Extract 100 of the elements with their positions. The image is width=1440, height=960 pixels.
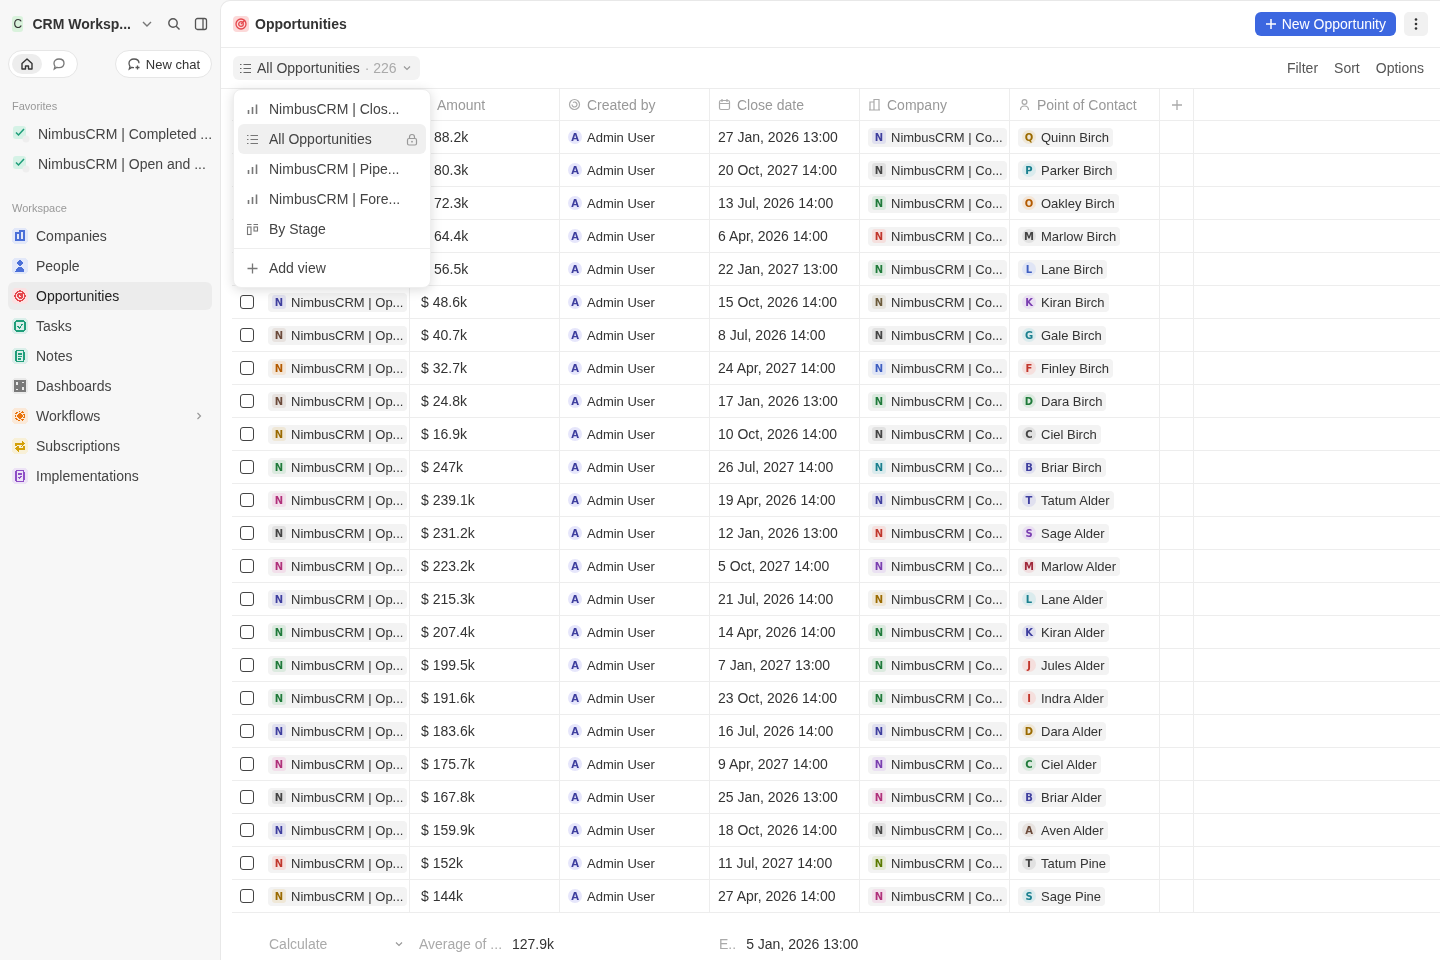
view-menu-item[interactable]: All Opportunities [238, 124, 426, 154]
user-chip[interactable]: A Admin User [568, 525, 655, 541]
home-tab[interactable] [12, 54, 42, 74]
new-chat-button[interactable]: New chat [114, 50, 212, 78]
user-chip[interactable]: A Admin User [568, 492, 655, 508]
opportunity-chip[interactable]: N NimbusCRM | Op... [268, 523, 408, 543]
row-checkbox[interactable] [240, 889, 254, 903]
opportunity-chip[interactable]: N NimbusCRM | Op... [268, 424, 408, 444]
row-checkbox[interactable] [240, 625, 254, 639]
sidebar-item[interactable]: Opportunities [8, 282, 212, 310]
row-checkbox[interactable] [240, 526, 254, 540]
contact-chip[interactable]: D Dara Alder [1018, 721, 1107, 741]
user-chip[interactable]: A Admin User [568, 789, 655, 805]
opportunity-chip[interactable]: N NimbusCRM | Op... [268, 688, 408, 708]
user-chip[interactable]: A Admin User [568, 723, 655, 739]
company-chip[interactable]: N NimbusCRM | Co... [868, 556, 1007, 576]
opportunity-chip[interactable]: N NimbusCRM | Op... [268, 490, 408, 510]
company-chip[interactable]: N NimbusCRM | Co... [868, 754, 1007, 774]
opportunity-chip[interactable]: N NimbusCRM | Op... [268, 853, 408, 873]
row-checkbox[interactable] [240, 361, 254, 375]
user-chip[interactable]: A Admin User [568, 360, 655, 376]
contact-chip[interactable]: T Tatum Alder [1018, 490, 1114, 510]
opportunity-chip[interactable]: N NimbusCRM | Op... [268, 754, 408, 774]
company-chip[interactable]: N NimbusCRM | Co... [868, 325, 1007, 345]
row-checkbox[interactable] [240, 559, 254, 573]
contact-chip[interactable]: A Aven Alder [1018, 820, 1108, 840]
company-chip[interactable]: N NimbusCRM | Co... [868, 853, 1007, 873]
contact-chip[interactable]: K Kiran Alder [1018, 622, 1109, 642]
user-chip[interactable]: A Admin User [568, 624, 655, 640]
workspace-name[interactable]: CRM Worksp... [32, 16, 131, 32]
row-checkbox[interactable] [240, 724, 254, 738]
company-chip[interactable]: N NimbusCRM | Co... [868, 127, 1007, 147]
user-chip[interactable]: A Admin User [568, 327, 655, 343]
opportunity-chip[interactable]: N NimbusCRM | Op... [268, 391, 408, 411]
company-chip[interactable]: N NimbusCRM | Co... [868, 886, 1007, 906]
opportunity-chip[interactable]: N NimbusCRM | Op... [268, 556, 408, 576]
company-chip[interactable]: N NimbusCRM | Co... [868, 820, 1007, 840]
view-action-button[interactable]: Sort [1326, 56, 1368, 80]
contact-chip[interactable]: T Tatum Pine [1018, 853, 1111, 873]
user-chip[interactable]: A Admin User [568, 591, 655, 607]
opportunity-chip[interactable]: N NimbusCRM | Op... [268, 886, 408, 906]
sidebar-toggle-icon[interactable] [194, 17, 208, 31]
opportunity-chip[interactable]: N NimbusCRM | Op... [268, 787, 408, 807]
opportunity-chip[interactable]: N NimbusCRM | Op... [268, 721, 408, 741]
contact-chip[interactable]: D Dara Birch [1018, 391, 1107, 411]
sidebar-item[interactable]: Dashboards [8, 372, 212, 400]
company-chip[interactable]: N NimbusCRM | Co... [868, 490, 1007, 510]
company-chip[interactable]: N NimbusCRM | Co... [868, 193, 1007, 213]
sidebar-item[interactable]: Tasks [8, 312, 212, 340]
user-chip[interactable]: A Admin User [568, 657, 655, 673]
contact-chip[interactable]: M Marlow Birch [1018, 226, 1121, 246]
user-chip[interactable]: A Admin User [568, 393, 655, 409]
opportunity-chip[interactable]: N NimbusCRM | Op... [268, 622, 408, 642]
contact-chip[interactable]: S Sage Pine [1018, 886, 1105, 906]
user-chip[interactable]: A Admin User [568, 690, 655, 706]
contact-chip[interactable]: B Briar Alder [1018, 787, 1106, 807]
user-chip[interactable]: A Admin User [568, 261, 655, 277]
company-chip[interactable]: N NimbusCRM | Co... [868, 523, 1007, 543]
company-chip[interactable]: N NimbusCRM | Co... [868, 424, 1007, 444]
row-checkbox[interactable] [240, 658, 254, 672]
row-checkbox[interactable] [240, 295, 254, 309]
user-chip[interactable]: A Admin User [568, 888, 655, 904]
company-chip[interactable]: N NimbusCRM | Co... [868, 589, 1007, 609]
contact-chip[interactable]: L Lane Birch [1018, 259, 1108, 279]
user-chip[interactable]: A Admin User [568, 855, 655, 871]
contact-chip[interactable]: G Gale Birch [1018, 325, 1106, 345]
opportunity-chip[interactable]: N NimbusCRM | Op... [268, 820, 408, 840]
favorite-item[interactable]: NimbusCRM | Open and ... [8, 150, 212, 178]
row-checkbox[interactable] [240, 823, 254, 837]
opportunity-chip[interactable]: N NimbusCRM | Op... [268, 589, 408, 609]
contact-chip[interactable]: C Ciel Birch [1018, 424, 1101, 444]
sidebar-item[interactable]: Workflows [8, 402, 212, 430]
opportunity-chip[interactable]: N NimbusCRM | Op... [268, 457, 408, 477]
more-button[interactable] [1404, 12, 1428, 36]
sidebar-item[interactable]: Companies [8, 222, 212, 250]
row-checkbox[interactable] [240, 427, 254, 441]
user-chip[interactable]: A Admin User [568, 195, 655, 211]
view-action-button[interactable]: Filter [1278, 56, 1327, 80]
user-chip[interactable]: A Admin User [568, 162, 655, 178]
company-chip[interactable]: N NimbusCRM | Co... [868, 358, 1007, 378]
contact-chip[interactable]: B Briar Birch [1018, 457, 1106, 477]
contact-chip[interactable]: O Oakley Birch [1018, 193, 1119, 213]
sidebar-item[interactable]: People [8, 252, 212, 280]
company-chip[interactable]: N NimbusCRM | Co... [868, 688, 1007, 708]
company-chip[interactable]: N NimbusCRM | Co... [868, 721, 1007, 741]
company-chip[interactable]: N NimbusCRM | Co... [868, 160, 1007, 180]
row-checkbox[interactable] [240, 790, 254, 804]
contact-chip[interactable]: P Parker Birch [1018, 160, 1117, 180]
company-chip[interactable]: N NimbusCRM | Co... [868, 226, 1007, 246]
row-checkbox[interactable] [240, 394, 254, 408]
sidebar-item[interactable]: Notes [8, 342, 212, 370]
contact-chip[interactable]: J Jules Alder [1018, 655, 1109, 675]
contact-chip[interactable]: F Finley Birch [1018, 358, 1113, 378]
company-chip[interactable]: N NimbusCRM | Co... [868, 787, 1007, 807]
search-icon[interactable] [167, 17, 181, 31]
user-chip[interactable]: A Admin User [568, 426, 655, 442]
company-chip[interactable]: N NimbusCRM | Co... [868, 259, 1007, 279]
opportunity-chip[interactable]: N NimbusCRM | Op... [268, 358, 408, 378]
contact-chip[interactable]: Q Quinn Birch [1018, 127, 1113, 147]
company-chip[interactable]: N NimbusCRM | Co... [868, 622, 1007, 642]
